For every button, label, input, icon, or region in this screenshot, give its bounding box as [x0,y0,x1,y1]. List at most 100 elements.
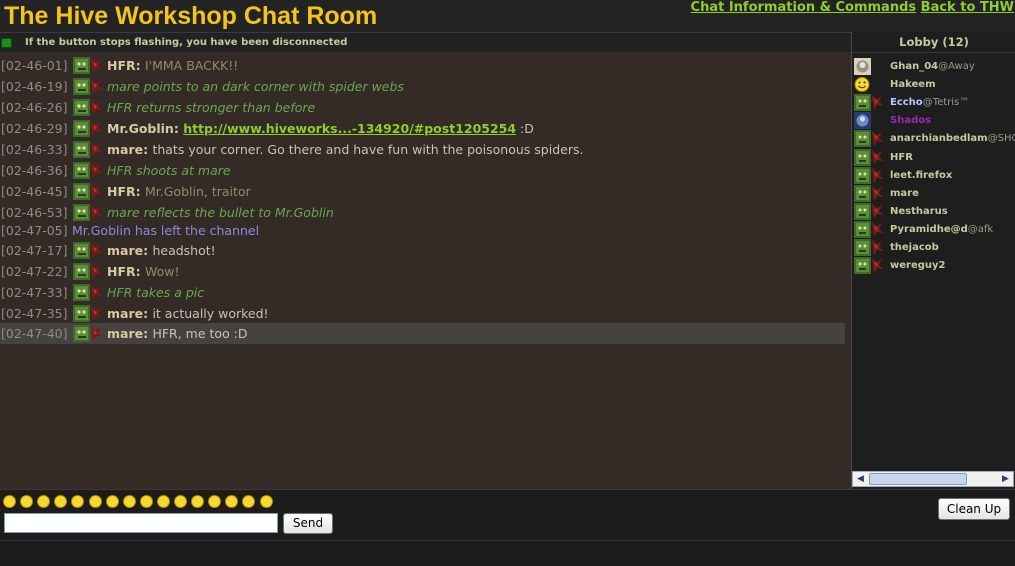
lobby-user[interactable]: Hakeem [854,76,1014,94]
scroll-right-arrow-icon[interactable]: ▶ [998,472,1013,486]
smile-smiley-icon[interactable] [20,495,34,508]
message-body: mare reflects the bullet to Mr.Goblin [107,205,334,220]
message-timestamp: [02-46-45] [1,184,68,199]
user-avatar-icon [73,56,103,75]
system-message-text: Mr.Goblin has left the channel [72,223,260,238]
grin-smiley-icon[interactable] [3,495,16,508]
chat-message-row: [02-47-05] Mr.Goblin has left the channel [0,220,845,241]
lobby-user[interactable]: Ghan_04@Away [854,58,1014,76]
orc-avatar-icon [854,239,884,256]
message-username: mare: [107,326,153,341]
chat-messages-panel[interactable]: [02-46-01] HFR: I'MMA BACKK!! [02-46-19] ma… [0,52,851,489]
message-timestamp: [02-46-01] [1,58,68,73]
message-timestamp: [02-46-29] [1,121,68,136]
message-timestamp: [02-46-36] [1,163,68,178]
ohmy-smiley-icon[interactable] [191,495,205,508]
lobby-user[interactable]: Pyramidhe@d@afk [854,220,1014,239]
message-link[interactable]: http://www.hiveworks...-134920/#post1205… [183,121,516,136]
scroll-left-arrow-icon[interactable]: ◀ [853,472,868,486]
lobby-user-status: @afk [967,223,994,235]
lobby-user-handle: mare [890,187,919,199]
scrollbar-thumb[interactable] [869,473,967,485]
lobby-user-handle: Shados [890,115,932,127]
sunglasses-smiley-icon[interactable] [259,495,273,508]
lobby-user-list[interactable]: Ghan_04@Away Hakeem Eccho@Tetris™ Shados ana… [852,52,1015,503]
message-body: HFR: Mr.Goblin, traitor [107,184,251,199]
message-username: Mr.Goblin: [107,121,184,136]
lobby-user-name: thejacob [890,242,939,253]
surprised-smiley-icon[interactable] [122,495,136,508]
lobby-user-handle: HFR [890,151,913,163]
message-input[interactable] [4,513,278,533]
message-timestamp: [02-46-19] [1,79,68,94]
message-action-text: mare points to an dark corner with spide… [107,79,404,94]
message-action-text: HFR shoots at mare [107,163,231,178]
eek-smiley-icon[interactable] [225,495,239,508]
message-username: HFR: [107,58,145,73]
user-avatar-icon [73,262,103,281]
chat-message-row: [02-47-33] HFR takes a pic [0,282,845,303]
chat-message-row: [02-47-22] HFR: Wow! [0,261,845,282]
orc-avatar-icon [854,130,884,148]
sad-smiley-icon[interactable] [156,495,170,508]
message-text: thats your corner. Go there and have fun… [152,142,584,157]
user-avatar-icon [73,182,103,201]
message-text: Wow! [144,264,180,279]
message-body: Mr.Goblin has left the channel [72,223,259,238]
message-body: HFR: Wow! [107,264,180,279]
lobby-user[interactable]: thejacob [854,239,1014,257]
lobby-user-handle: Eccho [890,97,923,109]
lobby-user-name: anarchianbedlam@SHOWER [890,133,1015,144]
exclaim-smiley-icon[interactable] [174,495,187,508]
smile-smiley-icon[interactable] [105,495,119,508]
message-body: HFR returns stronger than before [107,100,315,115]
lobby-user[interactable]: Nestharus [854,202,1014,221]
confused-smiley-icon[interactable] [54,495,68,508]
wink-smiley-icon[interactable] [139,495,153,508]
message-action-text: mare reflects the bullet to Mr.Goblin [107,205,334,220]
orc-avatar-icon [854,166,884,184]
lobby-user[interactable]: Eccho@Tetris™ [854,94,1014,112]
top-links: Chat Information & Commands Back to THW [691,0,1014,15]
lobby-user-handle: Nestharus [890,205,948,217]
send-button[interactable]: Send [283,513,333,534]
message-body: HFR: I'MMA BACKK!! [107,58,238,73]
lobby-user-name: Ghan_04@Away [890,61,975,72]
biggrin-smiley-icon[interactable] [208,495,222,508]
lobby-user-handle: leet.firefox [890,169,953,181]
orc-avatar-icon [854,220,884,238]
message-text: :D [516,121,534,136]
user-avatar-icon [73,304,103,323]
rolleyes-smiley-icon[interactable] [242,495,256,508]
connection-status-text: If the button stops flashing, you have b… [25,37,348,48]
lobby-user-handle: thejacob [890,242,939,253]
lobby-horizontal-scrollbar[interactable]: ◀ ▶ [852,471,1014,487]
message-username: mare: [107,306,153,321]
clean-up-button[interactable]: Clean Up [938,498,1010,520]
chat-message-row: [02-46-19] mare points to an dark corner … [0,76,845,97]
laugh-smiley-icon[interactable] [71,495,85,508]
message-timestamp: [02-46-53] [1,205,68,220]
message-body: mare: it actually worked! [107,306,269,321]
user-avatar-icon [73,119,103,138]
lobby-user[interactable]: mare [854,184,1014,203]
smiley-icon [854,76,884,93]
lobby-user[interactable]: leet.firefox [854,166,1014,185]
lobby-user[interactable]: wereguy2 [854,257,1014,275]
angry-smiley-icon[interactable] [88,495,102,508]
cool-smiley-icon[interactable] [37,495,51,508]
chat-info-link[interactable]: Chat Information & Commands [691,0,917,15]
message-body: mare points to an dark corner with spide… [107,79,404,94]
lobby-user-name: wereguy2 [890,260,946,271]
message-action-text: HFR returns stronger than before [107,100,316,115]
back-to-thw-link[interactable]: Back to THW [921,0,1014,15]
message-body: mare: thats your corner. Go there and ha… [107,142,583,157]
user-avatar-icon [73,98,103,117]
orc-avatar-icon [854,184,884,202]
chat-message-row: [02-47-40] mare: HFR, me too :D [0,323,845,344]
message-username: HFR: [107,264,145,279]
lobby-user[interactable]: Shados [854,112,1014,130]
user-avatar-icon [73,283,103,302]
lobby-user[interactable]: HFR [854,148,1014,167]
lobby-user[interactable]: anarchianbedlam@SHOWER [854,130,1015,148]
